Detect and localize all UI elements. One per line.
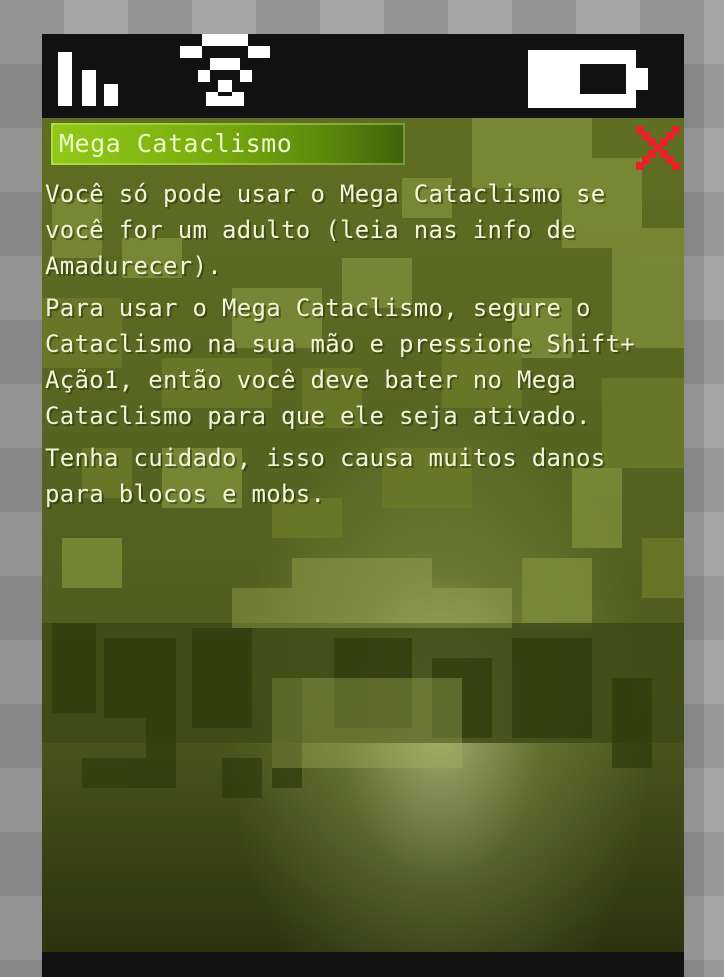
info-screen: Mega Cataclismo Você só pode usar o Mega…: [42, 118, 684, 952]
bottom-bar: [42, 952, 684, 977]
phone-device: Mega Cataclismo Você só pode usar o Mega…: [42, 34, 684, 977]
close-x-icon: [636, 126, 680, 170]
status-bar: [42, 34, 684, 118]
close-button[interactable]: [634, 124, 684, 174]
info-paragraph: Para usar o Mega Cataclismo, segure o Ca…: [45, 294, 635, 430]
battery-icon: [528, 50, 648, 108]
info-paragraph: Você só pode usar o Mega Cataclismo se v…: [45, 180, 606, 280]
info-text: Você só pode usar o Mega Cataclismo se v…: [45, 176, 675, 518]
signal-bars-icon: [58, 52, 118, 106]
info-paragraph: Tenha cuidado, isso causa muitos danos p…: [45, 444, 606, 508]
page-title: Mega Cataclismo: [51, 123, 405, 165]
wifi-icon: [180, 34, 270, 106]
